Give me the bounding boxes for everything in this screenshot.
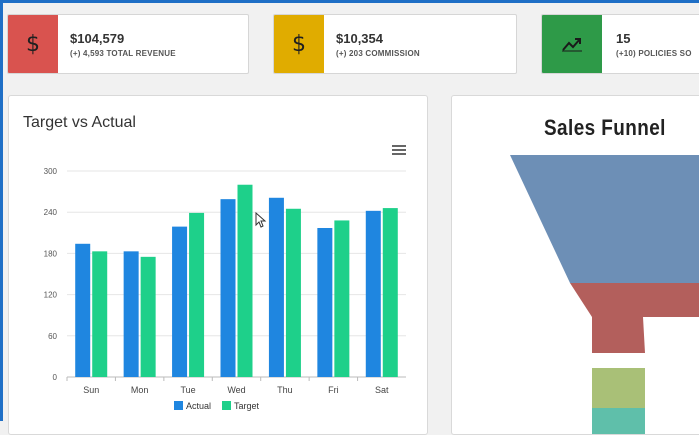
bar-target xyxy=(285,208,301,377)
legend-swatch xyxy=(222,401,231,410)
x-tick-label: Thu xyxy=(277,385,293,395)
dollar-icon: $ xyxy=(8,15,58,73)
y-tick-label: 120 xyxy=(44,291,58,300)
x-tick-label: Tue xyxy=(180,385,195,395)
legend-label: Actual xyxy=(186,401,211,411)
window-top-border xyxy=(0,0,699,3)
bar-actual xyxy=(123,251,139,377)
x-tick-label: Fri xyxy=(328,385,339,395)
x-tick-label: Sun xyxy=(83,385,99,395)
bar-actual xyxy=(75,243,91,377)
y-tick-label: 300 xyxy=(44,167,58,176)
stat-value: $10,354 xyxy=(336,31,383,46)
sales-funnel-panel: Sales Funnel xyxy=(451,95,699,435)
bar-target xyxy=(92,251,108,377)
dollar-icon: $ xyxy=(274,15,324,73)
stat-label: (+) 203 COMMISSION xyxy=(336,49,420,58)
legend-swatch xyxy=(174,401,183,410)
stat-card-policies[interactable]: 15 (+10) POLICIES SO xyxy=(541,14,699,74)
stat-label: (+) 4,593 TOTAL REVENUE xyxy=(70,49,176,58)
legend-label: Target xyxy=(234,401,260,411)
stat-card-commission[interactable]: $ $10,354 (+) 203 COMMISSION xyxy=(273,14,517,74)
x-tick-label: Mon xyxy=(131,385,149,395)
funnel-stage-4[interactable] xyxy=(592,408,645,435)
window-left-border xyxy=(0,0,3,421)
bar-target xyxy=(334,220,350,377)
mouse-cursor xyxy=(255,212,267,228)
target-vs-actual-panel: Target vs Actual 0 60 120 180 240 300 Sun Mon Tu… xyxy=(8,95,428,435)
stat-card-revenue[interactable]: $ $104,579 (+) 4,593 TOTAL REVENUE xyxy=(7,14,249,74)
x-tick-label: Sat xyxy=(375,385,389,395)
bar-actual xyxy=(317,227,333,377)
bar-target xyxy=(189,212,205,377)
bar-target xyxy=(237,184,253,377)
y-tick-label: 180 xyxy=(44,249,58,258)
bar-target xyxy=(382,208,398,377)
bar-actual xyxy=(220,199,236,377)
y-tick-label: 240 xyxy=(44,208,58,217)
stat-value: $104,579 xyxy=(70,31,125,46)
funnel-stage-3[interactable] xyxy=(592,368,645,408)
y-tick-label: 60 xyxy=(48,332,57,341)
trending-up-icon xyxy=(542,15,602,73)
bar-actual xyxy=(365,210,381,377)
y-tick-label: 0 xyxy=(53,373,58,382)
bar-actual xyxy=(172,226,188,377)
bar-target xyxy=(140,256,156,377)
stat-value: 15 xyxy=(616,31,631,46)
stat-label: (+10) POLICIES SO xyxy=(616,49,692,58)
x-tick-label: Wed xyxy=(227,385,245,395)
funnel-stage-2[interactable] xyxy=(570,283,699,353)
funnel-graphic xyxy=(510,155,699,435)
bar-chart: 0 60 120 180 240 300 Sun Mon Tue Wed Thu Fri Sat Actu… xyxy=(44,167,406,411)
bar-actual xyxy=(268,197,284,377)
funnel-stage-1[interactable] xyxy=(510,155,699,283)
